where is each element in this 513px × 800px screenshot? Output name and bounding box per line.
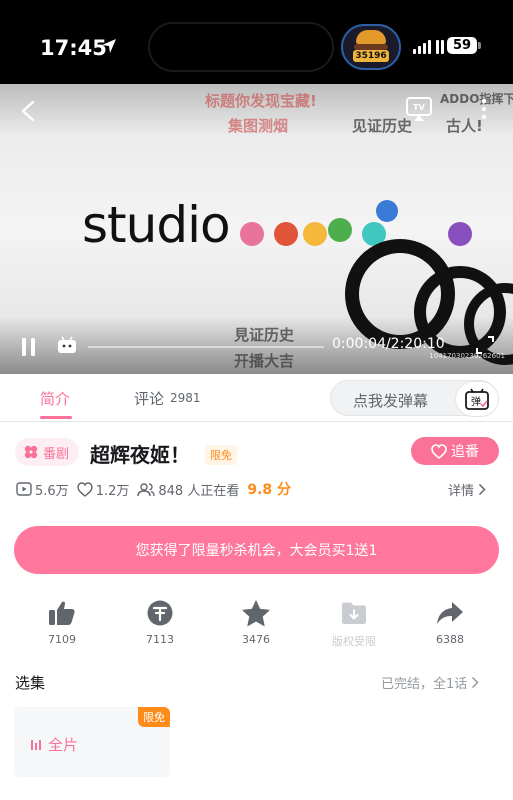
danmaku-comment: 集图测烟 bbox=[228, 117, 289, 135]
episodes-status: 已完结，全1话 bbox=[381, 677, 468, 692]
follow-button[interactable]: 追番 bbox=[411, 437, 499, 465]
action-bar: 7109 7113 3476 版权受限 6388 bbox=[0, 598, 513, 658]
show-stats: 5.6万 1.2万 848 人正在看 9.8 分 bbox=[16, 479, 291, 499]
tab-underline bbox=[40, 416, 72, 419]
more-options-icon[interactable] bbox=[480, 98, 488, 120]
studio-logo: studio bbox=[82, 196, 231, 254]
episode-free-badge: 限免 bbox=[138, 707, 170, 727]
category-tag[interactable]: 番剧 bbox=[15, 438, 80, 466]
free-badge: 限免 bbox=[205, 445, 237, 465]
danmaku-icon: 弹 bbox=[465, 388, 489, 410]
logo-dot bbox=[303, 222, 327, 246]
viewers-icon bbox=[137, 482, 156, 496]
danmaku-input[interactable]: 点我发弹幕 弹 bbox=[330, 380, 499, 417]
pause-icon[interactable] bbox=[20, 337, 38, 357]
episode-card[interactable]: 限免 全片 bbox=[14, 707, 170, 777]
logo-dot bbox=[376, 200, 398, 222]
watching-count: 848 人正在看 bbox=[158, 483, 240, 499]
svg-text:TV: TV bbox=[413, 103, 425, 112]
star-icon bbox=[242, 600, 270, 626]
coin-count: 7113 bbox=[146, 633, 174, 646]
danmaku-comment: 古人! bbox=[446, 117, 483, 135]
tab-intro[interactable]: 简介 bbox=[40, 388, 70, 409]
video-player[interactable]: studio 标题你发现宝藏! 集图测烟 见证历史 古人! ADDO指挥下 見证… bbox=[0, 84, 513, 374]
plays-stat: 5.6万 bbox=[16, 480, 69, 499]
danmaku-comment: 见证历史 bbox=[352, 117, 413, 135]
tab-comments[interactable]: 评论 bbox=[134, 388, 164, 409]
follow-label: 追番 bbox=[451, 444, 479, 460]
like-button[interactable]: 7109 bbox=[22, 598, 102, 646]
tv-cast-icon[interactable]: TV bbox=[405, 96, 433, 122]
episode-name-row: 全片 bbox=[30, 734, 78, 755]
clock: 17:45 bbox=[40, 36, 107, 60]
promo-banner[interactable]: 您获得了限量秒杀机会，大会员买1送1 bbox=[14, 526, 499, 574]
plays-count: 5.6万 bbox=[35, 483, 69, 499]
progress-bar[interactable] bbox=[88, 346, 324, 348]
favorite-button[interactable]: 3476 bbox=[216, 598, 296, 646]
svg-text:弹: 弹 bbox=[471, 395, 481, 408]
danmaku-comment: ADDO指挥下 bbox=[440, 92, 513, 106]
tab-bar: 简介 评论 2981 点我发弹幕 弹 bbox=[0, 374, 513, 422]
download-folder-icon bbox=[342, 602, 366, 624]
location-arrow-icon bbox=[102, 39, 116, 53]
details-label: 详情 bbox=[448, 484, 475, 499]
video-time: 0:00:04/2:20:10 bbox=[332, 336, 445, 352]
battery-tip bbox=[478, 42, 481, 49]
danmaku-comment: 見证历史 bbox=[234, 326, 295, 344]
episodes-label: 选集 bbox=[15, 674, 46, 692]
danmaku-comment: 标题你发现宝藏! bbox=[205, 92, 317, 110]
share-arrow-icon bbox=[437, 602, 463, 624]
back-arrow-icon[interactable] bbox=[18, 100, 40, 122]
badge-count: 35196 bbox=[353, 50, 389, 62]
coin-button[interactable]: 7113 bbox=[120, 598, 200, 646]
chevron-right-icon bbox=[478, 483, 486, 496]
danmaku-placeholder: 点我发弹幕 bbox=[353, 392, 429, 410]
episode-name: 全片 bbox=[48, 736, 79, 754]
burger-icon: 35196 bbox=[353, 30, 389, 64]
heart-outline-icon bbox=[76, 481, 93, 497]
logo-dot bbox=[274, 222, 298, 246]
like-count: 7109 bbox=[48, 633, 76, 646]
logo-dot bbox=[240, 222, 264, 246]
danmaku-comment: 开播大吉 bbox=[234, 352, 295, 370]
video-watermark: 10417030230262601 bbox=[429, 352, 505, 360]
share-button[interactable]: 6388 bbox=[410, 598, 490, 646]
thumbs-up-icon bbox=[49, 601, 75, 625]
playing-bars-icon bbox=[31, 739, 41, 750]
play-count-icon bbox=[16, 482, 32, 496]
comment-count: 2981 bbox=[170, 391, 201, 405]
details-link[interactable]: 详情 bbox=[448, 480, 486, 499]
share-count: 6388 bbox=[436, 633, 464, 646]
favorite-count: 3476 bbox=[242, 633, 270, 646]
live-activity-badge[interactable]: 35196 bbox=[341, 24, 401, 70]
show-score: 9.8 分 bbox=[247, 482, 292, 498]
likes-count: 1.2万 bbox=[95, 483, 130, 499]
danmaku-toggle-button[interactable]: 弹 bbox=[455, 381, 499, 417]
chevron-right-icon bbox=[472, 676, 479, 689]
status-bar: 17:45 35196 59 bbox=[0, 0, 513, 84]
signal-icon bbox=[413, 40, 444, 54]
download-status: 版权受限 bbox=[332, 635, 376, 648]
battery-indicator: 59 bbox=[447, 37, 477, 54]
dynamic-island bbox=[148, 22, 334, 72]
heart-icon bbox=[431, 443, 447, 459]
likes-stat: 1.2万 bbox=[76, 480, 130, 499]
category-label: 番剧 bbox=[43, 446, 70, 462]
show-title: 超辉夜姬！ bbox=[90, 443, 190, 467]
watching-stat: 848 人正在看 bbox=[137, 480, 239, 499]
flower-icon bbox=[24, 445, 38, 459]
download-button[interactable]: 版权受限 bbox=[314, 598, 394, 649]
bilibili-tv-icon bbox=[58, 336, 76, 353]
coin-icon bbox=[147, 600, 173, 626]
episodes-status-link[interactable]: 已完结，全1话 bbox=[381, 673, 479, 692]
